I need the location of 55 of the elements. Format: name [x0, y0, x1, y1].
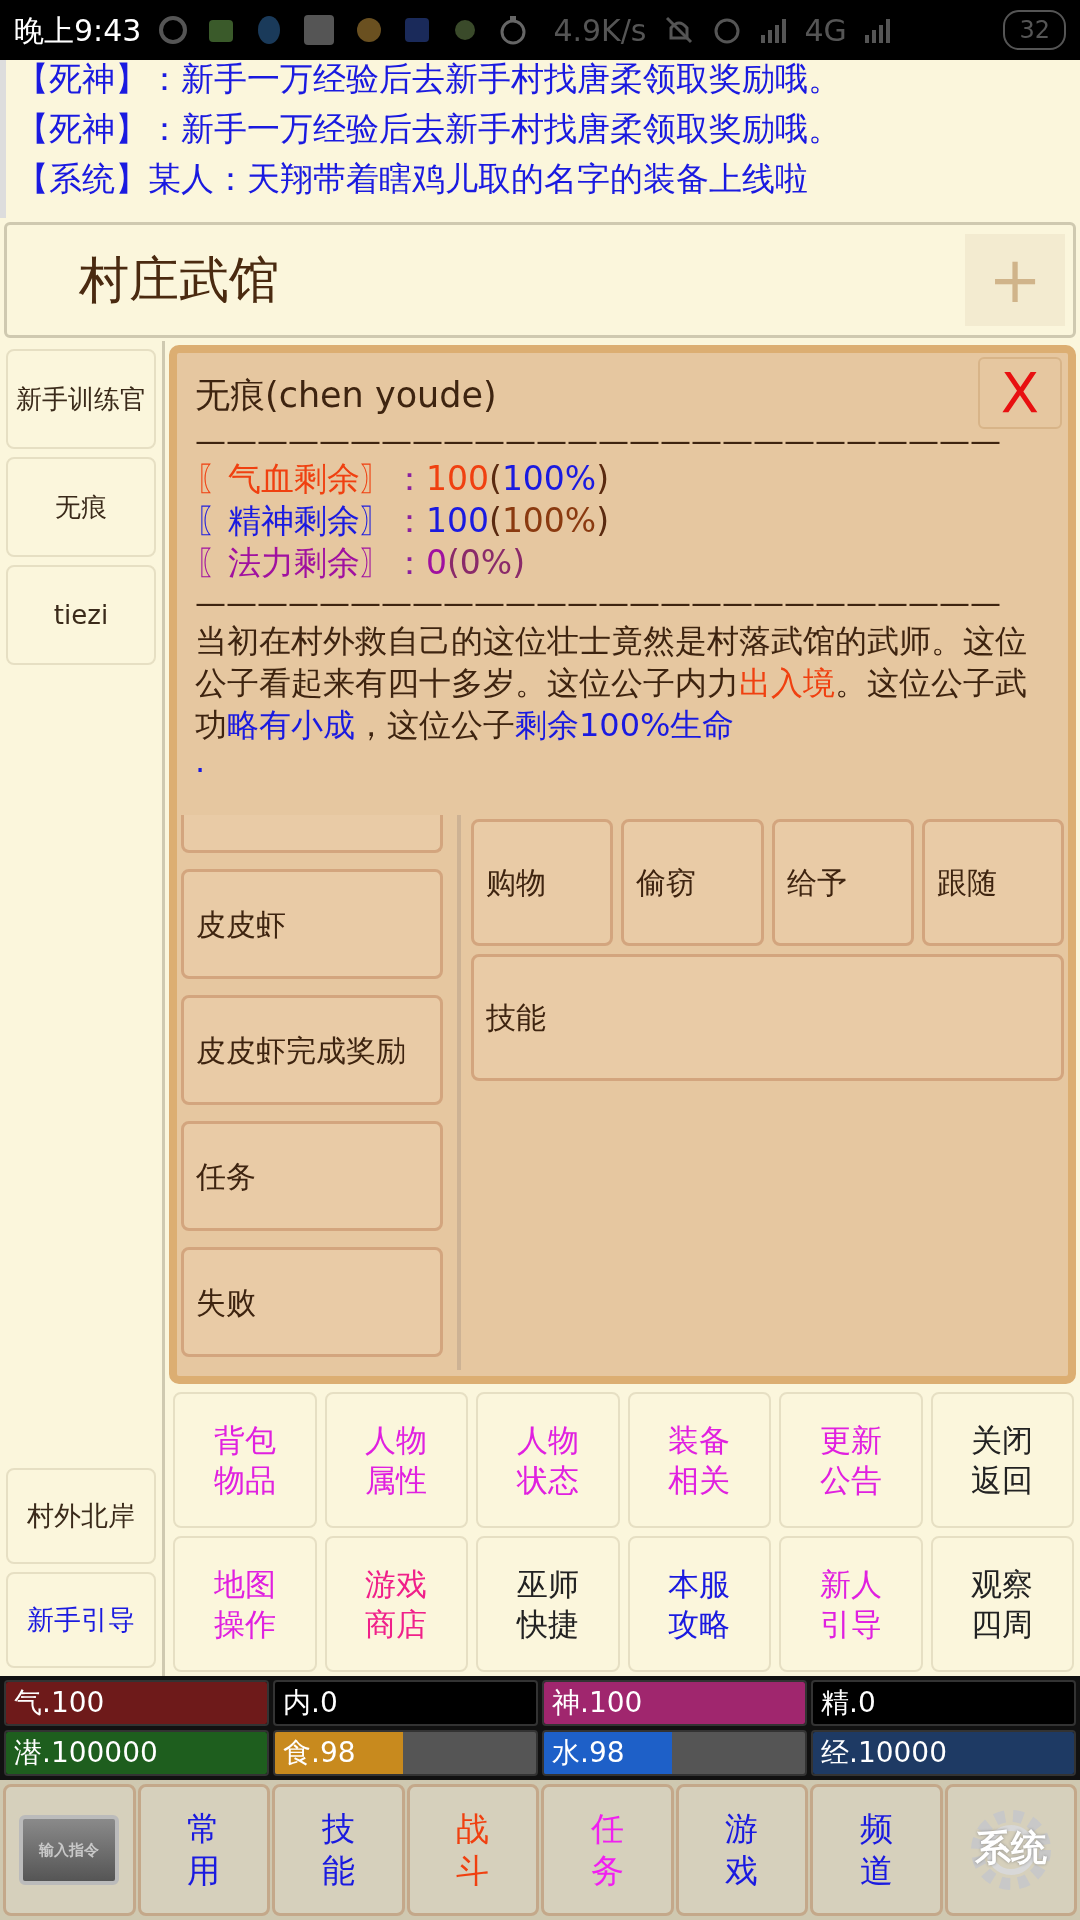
- task-button[interactable]: 皮皮虾: [181, 869, 443, 979]
- command-button[interactable]: 更新 公告: [779, 1392, 923, 1528]
- stat-line: 〖精神剩余〗：100(100%): [195, 499, 611, 542]
- battery-level: 32: [1003, 10, 1066, 50]
- description-text: 当初在村外救自己的这位壮士竟然是村落武馆的武师。这位公子看起来有四十多岁。这位公子内力 出入境。这位公子武功略有小成，这位公子剩余100%生命: [195, 620, 1028, 746]
- command-button[interactable]: 背包 物品: [173, 1392, 317, 1528]
- network-speed: 4.9K/s: [553, 11, 647, 50]
- command-button[interactable]: 巫师 快捷: [476, 1536, 620, 1672]
- meter-label: 潜.100000: [13, 1736, 158, 1769]
- action-button[interactable]: 给予: [771, 819, 914, 946]
- meter-label: 水.98: [551, 1736, 625, 1769]
- npc-name: 无痕(chen youde): [195, 374, 497, 417]
- meter-label: 气.100: [13, 1686, 105, 1719]
- stat-line: 〖气血剩余〗：100(100%): [195, 457, 611, 500]
- command-button[interactable]: 本服 攻略: [627, 1536, 771, 1672]
- room-title: 村庄武馆: [79, 249, 279, 311]
- action-button[interactable]: 跟随: [921, 819, 1064, 946]
- command-button[interactable]: 关闭 返回: [930, 1392, 1074, 1528]
- network-type: 4G: [804, 11, 847, 50]
- chat-message: 【死神】：新手一万经验后去新手村找唐柔领取奖励哦。: [16, 60, 842, 100]
- command-button[interactable]: 新人 引导: [779, 1536, 923, 1672]
- meter-label: 神.100: [551, 1686, 643, 1719]
- nav-button[interactable]: 频 道: [810, 1784, 943, 1916]
- command-button[interactable]: 地图 操作: [173, 1536, 317, 1672]
- command-button[interactable]: 人物 属性: [324, 1392, 468, 1528]
- command-button[interactable]: 观察 四周: [930, 1536, 1074, 1672]
- task-button[interactable]: 皮皮虾完成奖励: [181, 995, 443, 1105]
- chat-message: 【死神】：新手一万经验后去新手村找唐柔领取奖励哦。: [16, 108, 842, 150]
- stat-line: 〖法力剩余〗：0(0%): [195, 541, 527, 584]
- divider-line: ——————————————————————————: [195, 583, 1002, 620]
- chat-message: 【系统】某人：天翔带着瞎鸡儿取的名字的装备上线啦: [16, 158, 809, 200]
- exit-item[interactable]: 村外北岸: [6, 1468, 156, 1564]
- task-button[interactable]: 任务: [181, 1121, 443, 1231]
- meter-label: 食.98: [282, 1736, 356, 1769]
- npc-item[interactable]: 无痕: [6, 457, 156, 557]
- action-button[interactable]: 技能: [471, 954, 1064, 1081]
- clock-time: 晚上9:43: [14, 11, 142, 50]
- nav-button[interactable]: 游 戏: [675, 1784, 808, 1916]
- command-button[interactable]: 游戏 商店: [324, 1536, 468, 1672]
- meter-label: 经.10000: [820, 1736, 947, 1769]
- npc-item[interactable]: tiezi: [6, 565, 156, 665]
- nav-button[interactable]: 技 能: [272, 1784, 405, 1916]
- task-button[interactable]: 失败: [181, 1247, 443, 1357]
- command-button[interactable]: 人物 状态: [476, 1392, 620, 1528]
- action-button[interactable]: 购物: [471, 819, 614, 946]
- meter-label: 精.0: [820, 1686, 876, 1719]
- exit-item[interactable]: 新手引导: [6, 1572, 156, 1668]
- nav-button[interactable]: 常 用: [137, 1784, 270, 1916]
- npc-item[interactable]: 新手训练官: [6, 349, 156, 449]
- app-notification-icon: [157, 14, 190, 46]
- action-button[interactable]: 偷窃: [621, 819, 764, 946]
- end-mark: .: [195, 745, 206, 776]
- meter-label: 内.0: [282, 1686, 338, 1719]
- command-button[interactable]: 装备 相关: [627, 1392, 771, 1528]
- list-button[interactable]: [181, 815, 443, 853]
